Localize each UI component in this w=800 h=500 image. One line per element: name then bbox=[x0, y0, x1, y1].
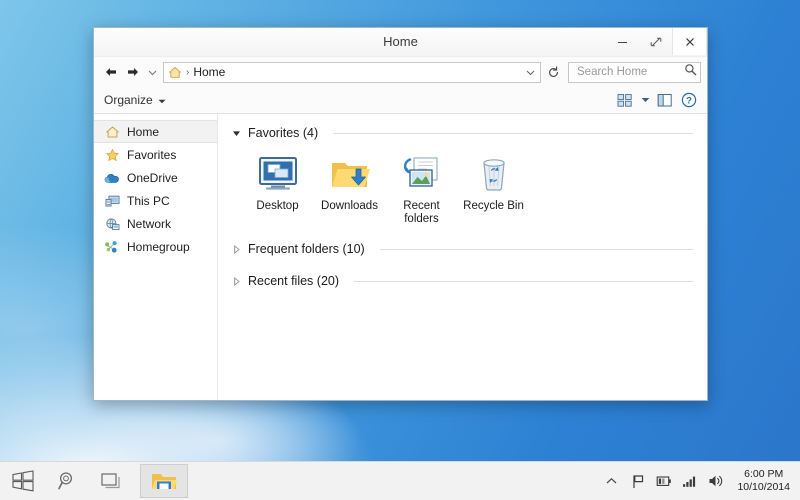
system-tray: 6:00 PM 10/10/2014 bbox=[603, 462, 800, 500]
window-body: Home Favorites OneDrive This PC Network … bbox=[94, 114, 707, 400]
section-divider bbox=[333, 132, 693, 134]
search-box[interactable] bbox=[568, 61, 701, 83]
tile-downloads[interactable]: Downloads bbox=[316, 150, 383, 226]
view-dropdown-icon[interactable] bbox=[639, 90, 651, 110]
home-icon bbox=[168, 66, 182, 79]
section-title: Recent files (20) bbox=[248, 274, 340, 288]
section-header-favorites[interactable]: Favorites (4) bbox=[232, 124, 693, 142]
minimize-button[interactable] bbox=[606, 28, 639, 55]
title-bar[interactable]: Home bbox=[94, 28, 707, 57]
sidebar-item-favorites[interactable]: Favorites bbox=[94, 143, 217, 166]
favorites-tiles: Desktop Downloads Recent folders Recycle… bbox=[232, 142, 693, 228]
section-title: Frequent folders (10) bbox=[248, 242, 365, 256]
show-hidden-icons-icon[interactable] bbox=[603, 473, 620, 490]
tile-desktop[interactable]: Desktop bbox=[244, 150, 311, 226]
navigation-pane: Home Favorites OneDrive This PC Network … bbox=[94, 114, 218, 400]
address-bar: › Home bbox=[94, 57, 707, 87]
star-icon bbox=[104, 147, 120, 163]
sidebar-item-label: This PC bbox=[127, 193, 170, 208]
chevron-down-icon bbox=[232, 128, 241, 138]
clock[interactable]: 6:00 PM 10/10/2014 bbox=[737, 468, 792, 494]
tile-label: Desktop bbox=[256, 200, 299, 212]
tile-label: Recycle Bin bbox=[463, 200, 524, 212]
task-view-button[interactable] bbox=[90, 462, 134, 500]
desktop-monitor-icon bbox=[254, 152, 302, 196]
tile-recycle-bin[interactable]: Recycle Bin bbox=[460, 150, 527, 226]
help-icon[interactable]: ? bbox=[679, 90, 699, 110]
section-header-frequent-folders[interactable]: Frequent folders (10) bbox=[232, 240, 693, 258]
breadcrumb-current[interactable]: Home bbox=[193, 65, 225, 79]
section-divider bbox=[354, 280, 693, 282]
tile-recent-folders[interactable]: Recent folders bbox=[388, 150, 455, 226]
sidebar-item-label: OneDrive bbox=[127, 170, 178, 185]
section-title: Favorites (4) bbox=[248, 126, 319, 140]
chevron-down-icon[interactable] bbox=[522, 63, 538, 82]
desktop[interactable]: Home › Home Search Home Organize ? Home … bbox=[0, 0, 800, 500]
sidebar-item-label: Network bbox=[127, 216, 172, 231]
close-button[interactable] bbox=[672, 28, 707, 55]
downloads-folder-icon bbox=[326, 152, 374, 196]
organize-button[interactable]: Organize bbox=[104, 93, 166, 107]
section-divider bbox=[379, 248, 693, 250]
preview-pane-icon[interactable] bbox=[655, 90, 675, 110]
computer-icon bbox=[104, 193, 120, 209]
content-pane: Favorites (4) Desktop Downloads Recent f… bbox=[218, 114, 707, 400]
cloud-icon bbox=[104, 170, 120, 186]
clock-date: 10/10/2014 bbox=[737, 481, 790, 493]
recycle-bin-icon bbox=[470, 152, 518, 196]
chevron-right-icon bbox=[232, 244, 241, 254]
sidebar-item-network[interactable]: Network bbox=[94, 212, 217, 235]
section-header-recent-files[interactable]: Recent files (20) bbox=[232, 272, 693, 290]
taskbar: 6:00 PM 10/10/2014 bbox=[0, 461, 800, 500]
chevron-down-icon bbox=[158, 93, 166, 107]
toolbar-right-group: ? bbox=[615, 90, 699, 110]
action-center-flag-icon[interactable] bbox=[629, 473, 646, 490]
volume-icon[interactable] bbox=[707, 473, 724, 490]
sidebar-item-this-pc[interactable]: This PC bbox=[94, 189, 217, 212]
taskbar-file-explorer-button[interactable] bbox=[140, 464, 188, 498]
network-icon bbox=[104, 216, 120, 232]
sidebar-item-label: Favorites bbox=[127, 147, 177, 162]
battery-icon[interactable] bbox=[655, 473, 672, 490]
forward-button[interactable] bbox=[122, 62, 144, 82]
sidebar-item-label: Homegroup bbox=[127, 239, 190, 254]
tile-label: Downloads bbox=[321, 200, 378, 212]
sidebar-item-home[interactable]: Home bbox=[94, 120, 217, 143]
tile-label: Recent folders bbox=[403, 200, 440, 225]
back-button[interactable] bbox=[100, 62, 122, 82]
svg-text:?: ? bbox=[686, 96, 692, 107]
homegroup-icon bbox=[104, 239, 120, 255]
chevron-right-icon bbox=[232, 276, 241, 286]
start-button[interactable] bbox=[0, 462, 46, 500]
sidebar-item-homegroup[interactable]: Homegroup bbox=[94, 235, 217, 258]
search-input[interactable] bbox=[575, 65, 684, 79]
breadcrumb-bar[interactable]: › Home bbox=[163, 61, 541, 83]
toolbar: Organize ? bbox=[94, 87, 707, 114]
file-explorer-window: Home › Home Search Home Organize ? Home … bbox=[93, 27, 708, 401]
recent-folders-icon bbox=[398, 152, 446, 196]
search-icon bbox=[684, 63, 697, 81]
network-signal-icon[interactable] bbox=[681, 473, 698, 490]
taskbar-search-button[interactable] bbox=[46, 462, 90, 500]
history-dropdown-button[interactable] bbox=[144, 62, 160, 82]
organize-label: Organize bbox=[104, 93, 153, 107]
sidebar-item-label: Home bbox=[127, 124, 160, 139]
window-controls bbox=[606, 28, 707, 56]
change-view-icon[interactable] bbox=[615, 90, 635, 110]
restore-button[interactable] bbox=[639, 28, 672, 55]
breadcrumb-separator: › bbox=[186, 66, 190, 78]
refresh-button[interactable] bbox=[542, 61, 564, 84]
clock-time: 6:00 PM bbox=[744, 468, 784, 480]
home-icon bbox=[104, 124, 120, 140]
sidebar-item-onedrive[interactable]: OneDrive bbox=[94, 166, 217, 189]
